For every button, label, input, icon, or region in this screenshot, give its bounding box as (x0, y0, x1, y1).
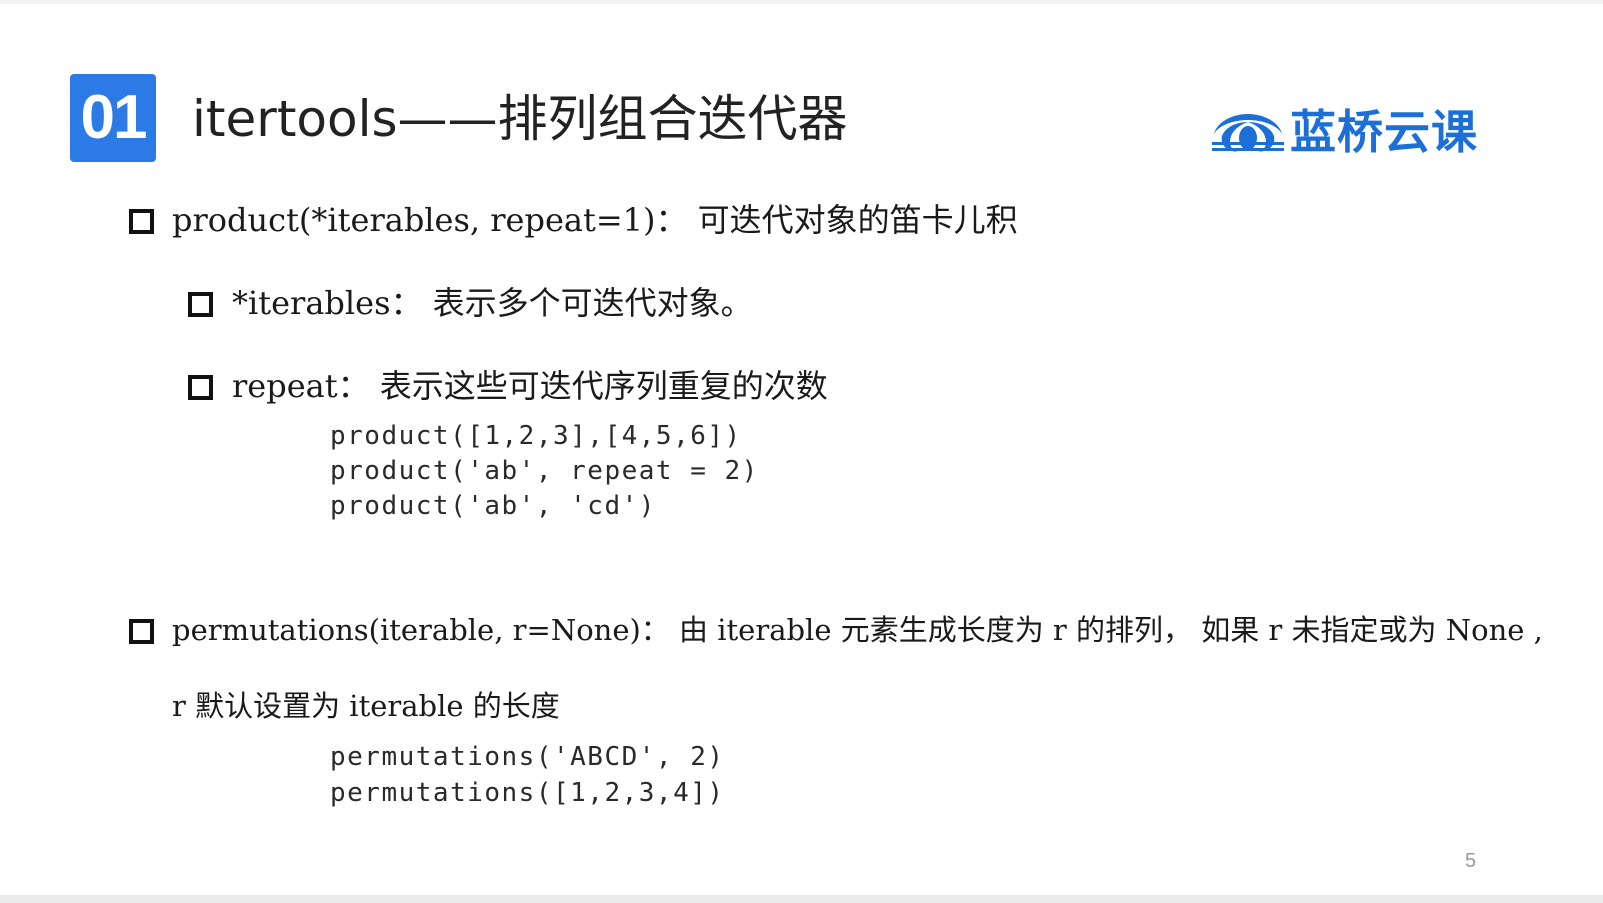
section-number-badge: 01 (70, 74, 156, 162)
page-number: 5 (1465, 850, 1477, 872)
square-bullet-icon (188, 292, 213, 317)
bullet-repeat: repeat： 表示这些可迭代序列重复的次数 (232, 367, 828, 405)
code-product-1: product([1,2,3],[4,5,6]) (330, 421, 742, 451)
code-permutations-2: permutations([1,2,3,4]) (330, 778, 725, 808)
square-bullet-icon (129, 619, 154, 644)
bullet-iterables: *iterables： 表示多个可迭代对象。 (232, 284, 753, 322)
bullet-permutations-continued: r 默认设置为 iterable 的长度 (172, 689, 560, 723)
code-permutations-1: permutations('ABCD', 2) (330, 742, 725, 772)
lanqiao-logo-icon (1212, 114, 1284, 152)
bullet-permutations: permutations(iterable, r=None)： 由 iterab… (172, 613, 1543, 647)
brand-logo: 蓝桥云课 (1208, 104, 1478, 160)
logo-text: 蓝桥云课 (1290, 105, 1478, 159)
bullet-product: product(*iterables, repeat=1)： 可迭代对象的笛卡儿… (172, 201, 1018, 239)
code-product-3: product('ab', 'cd') (330, 491, 656, 521)
bottom-border (0, 895, 1603, 903)
top-border (0, 0, 1603, 4)
slide-title: itertools——排列组合迭代器 (192, 90, 848, 148)
code-product-2: product('ab', repeat = 2) (330, 456, 759, 486)
square-bullet-icon (129, 209, 154, 234)
square-bullet-icon (188, 375, 213, 400)
